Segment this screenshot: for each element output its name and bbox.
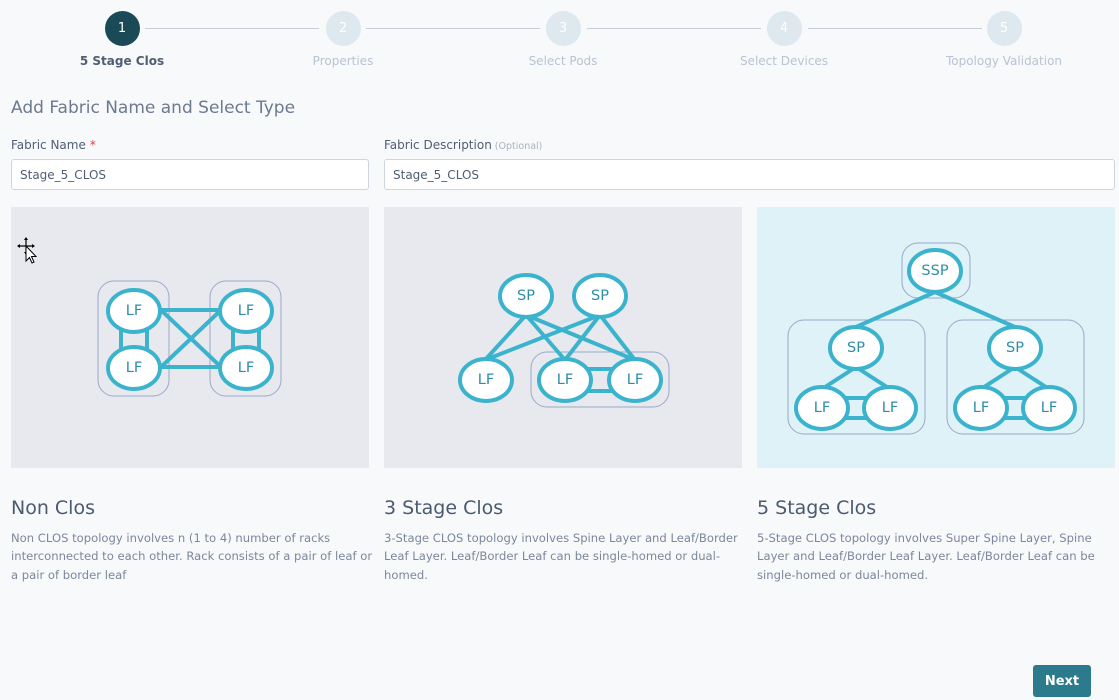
3-stage-clos-diagram: SP SP LF LF LF <box>458 273 670 408</box>
spine-label: SP <box>517 288 535 304</box>
fabric-name-input[interactable] <box>11 159 369 190</box>
fabric-name-label: Fabric Name * <box>11 138 96 152</box>
leaf-label: LF <box>126 360 142 376</box>
spine-label: SP <box>591 288 609 304</box>
leaf-label: LF <box>557 372 573 388</box>
leaf-label: LF <box>973 400 989 416</box>
5-stage-clos-description: 5-Stage CLOS topology involves Super Spi… <box>757 531 1095 582</box>
step-number: 3 <box>545 11 581 46</box>
5-stage-clos-title: 5 Stage Clos <box>757 497 877 519</box>
section-title: Add Fabric Name and Select Type <box>11 98 296 118</box>
leaf-label: LF <box>1041 400 1057 416</box>
3-stage-clos-description: 3-Stage CLOS topology involves Spine Lay… <box>384 531 738 582</box>
leaf-label: LF <box>814 400 830 416</box>
leaf-label: LF <box>478 372 494 388</box>
step-number: 2 <box>325 11 361 46</box>
step-label: Select Devices <box>739 54 829 68</box>
super-spine-label: SSP <box>921 263 948 279</box>
step-number: 4 <box>766 11 802 46</box>
step-label: Properties <box>312 54 374 68</box>
non-clos-title: Non Clos <box>11 497 95 519</box>
5-stage-clos-diagram: SSP SP SP LF LF LF LF <box>787 242 1085 435</box>
spine-label: SP <box>1006 340 1024 356</box>
step-number: 1 <box>104 11 140 46</box>
step-5[interactable]: 5 Topology Validation <box>924 11 1084 68</box>
leaf-label: LF <box>126 303 142 319</box>
non-clos-description: Non CLOS topology involves n (1 to 4) nu… <box>11 531 373 582</box>
step-label: Topology Validation <box>945 54 1063 68</box>
fabric-description-label-text: Fabric Description <box>384 138 492 152</box>
step-2[interactable]: 2 Properties <box>263 11 423 68</box>
step-4[interactable]: 4 Select Devices <box>704 11 864 68</box>
step-number: 5 <box>986 11 1022 46</box>
3-stage-clos-card[interactable]: SP SP LF LF LF <box>384 207 742 468</box>
leaf-label: LF <box>238 360 254 376</box>
spine-label: SP <box>847 340 865 356</box>
5-stage-clos-card[interactable]: SSP SP SP LF LF LF LF <box>757 207 1115 468</box>
link <box>934 290 1016 329</box>
non-clos-diagram: LF LF LF LF <box>97 280 282 397</box>
fabric-name-label-text: Fabric Name <box>11 138 86 152</box>
optional-note: (Optional) <box>494 141 543 152</box>
step-label: Select Pods <box>528 54 598 68</box>
required-mark: * <box>89 138 96 152</box>
next-button[interactable]: Next <box>1033 665 1091 697</box>
link <box>855 290 936 329</box>
3-stage-clos-title: 3 Stage Clos <box>384 497 504 519</box>
leaf-label: LF <box>627 372 643 388</box>
fabric-description-input[interactable] <box>384 159 1115 190</box>
wizard-stepper: 1 5 Stage Clos 2 Properties 3 Select Pod… <box>0 0 1119 80</box>
leaf-label: LF <box>238 303 254 319</box>
step-1[interactable]: 1 5 Stage Clos <box>42 11 202 68</box>
leaf-label: LF <box>882 400 898 416</box>
non-clos-card[interactable]: LF LF LF LF <box>11 207 369 468</box>
step-3[interactable]: 3 Select Pods <box>483 11 643 68</box>
step-label: 5 Stage Clos <box>79 54 165 68</box>
fabric-description-label: Fabric Description (Optional) <box>384 138 542 152</box>
